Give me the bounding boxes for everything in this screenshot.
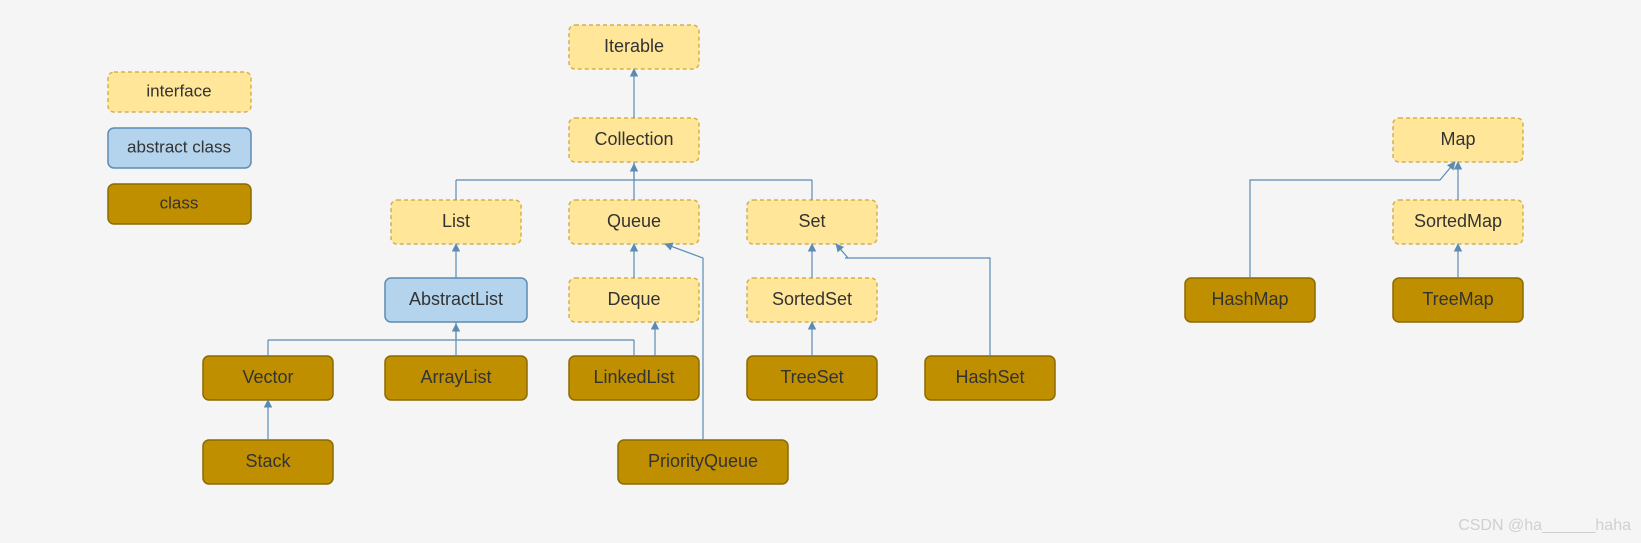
legend-interface-label: interface	[146, 81, 211, 100]
node-linkedlist-label: LinkedList	[593, 367, 674, 387]
node-hashmap-label: HashMap	[1211, 289, 1288, 309]
node-hashset-label: HashSet	[955, 367, 1024, 387]
legend: interface abstract class class	[108, 72, 251, 224]
node-sortedmap-label: SortedMap	[1414, 211, 1502, 231]
node-arraylist-label: ArrayList	[420, 367, 491, 387]
watermark: CSDN @ha______haha	[1458, 517, 1631, 534]
diagram-canvas: interface abstract class class Iterable …	[0, 0, 1641, 543]
node-stack-label: Stack	[245, 451, 291, 471]
node-set-label: Set	[798, 211, 825, 231]
node-treemap-label: TreeMap	[1422, 289, 1493, 309]
legend-abstract-label: abstract class	[127, 137, 231, 156]
node-iterable-label: Iterable	[604, 36, 664, 56]
node-vector-label: Vector	[242, 367, 293, 387]
node-priorityqueue-label: PriorityQueue	[648, 451, 758, 471]
node-deque-label: Deque	[607, 289, 660, 309]
node-treeset-label: TreeSet	[780, 367, 843, 387]
node-map-label: Map	[1440, 129, 1475, 149]
legend-class-label: class	[160, 193, 199, 212]
node-abstractlist-label: AbstractList	[409, 289, 503, 309]
node-collection-label: Collection	[594, 129, 673, 149]
node-list-label: List	[442, 211, 470, 231]
node-queue-label: Queue	[607, 211, 661, 231]
node-sortedset-label: SortedSet	[772, 289, 852, 309]
